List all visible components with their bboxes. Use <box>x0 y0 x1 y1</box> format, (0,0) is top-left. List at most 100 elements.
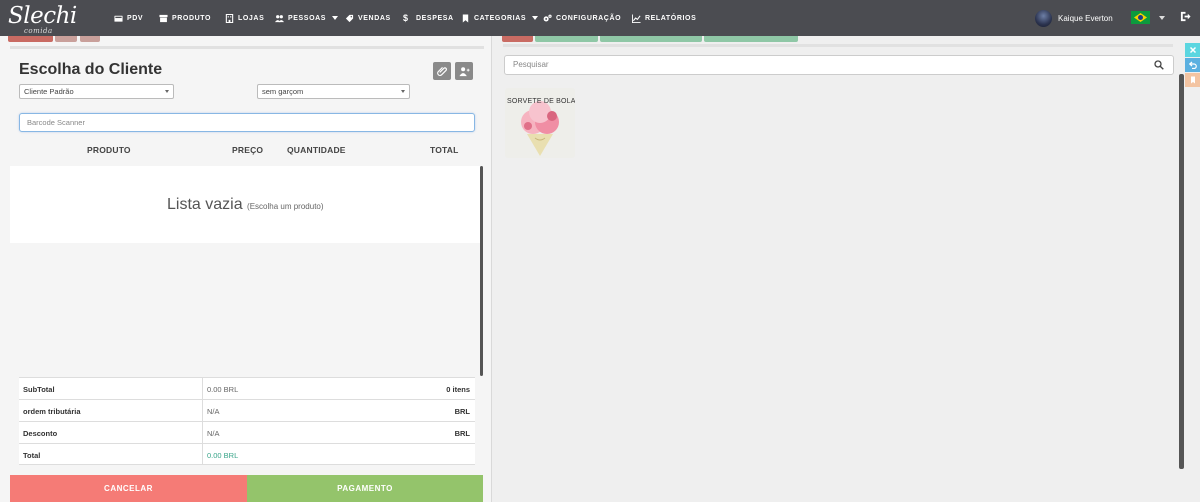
avatar <box>1035 9 1052 27</box>
items-count: 0 itens <box>446 385 470 394</box>
store-icon <box>225 13 234 23</box>
chevron-down-icon <box>532 16 539 20</box>
order-summary: SubTotal 0.00 BRL 0 itens ordem tributár… <box>19 377 475 465</box>
nav-item-vendas[interactable]: VENDAS <box>345 12 391 24</box>
empty-cart-hint: (Escolha um produto) <box>247 202 324 211</box>
summary-label: Total <box>23 451 41 460</box>
bookmark-icon <box>461 13 470 23</box>
nav-label: CATEGORIAS <box>474 14 527 22</box>
column-header-total: TOTAL <box>430 145 459 155</box>
waiter-select-value: sem garçom <box>262 87 304 96</box>
waiter-select[interactable]: sem garçom <box>257 84 410 99</box>
logout-icon[interactable] <box>1180 11 1191 22</box>
nav-label: PRODUTO <box>172 14 212 22</box>
brand-name: Slechi <box>8 3 77 29</box>
close-icon <box>1189 46 1196 54</box>
nav-item-pdv[interactable]: PDV <box>114 12 143 24</box>
chevron-down-icon[interactable] <box>1159 16 1165 20</box>
barcode-input[interactable]: Barcode Scanner <box>19 113 475 132</box>
chevron-down-icon <box>401 90 405 93</box>
chart-icon <box>632 13 641 23</box>
side-tab-undo[interactable] <box>1185 58 1200 72</box>
attach-button[interactable] <box>433 62 451 80</box>
summary-label: ordem tributária <box>23 407 81 416</box>
cart-scrollbar[interactable] <box>480 166 483 376</box>
empty-cart: Lista vazia (Escolha um produto) <box>10 166 482 243</box>
empty-cart-message: Lista vazia <box>167 196 243 213</box>
top-navbar: Slechi comida PDV PRODUTO LOJAS PESSOAS … <box>0 0 1200 36</box>
user-plus-icon <box>458 66 470 76</box>
bookmark-icon <box>1190 76 1195 84</box>
tab-stub[interactable] <box>80 36 100 42</box>
tab-stub[interactable] <box>55 36 77 42</box>
add-customer-button[interactable] <box>455 62 473 80</box>
divider <box>503 44 1173 47</box>
column-header-quantity: QUANTIDADE <box>287 145 346 155</box>
page-title: Escolha do Cliente <box>19 61 163 78</box>
brand-logo[interactable]: Slechi comida <box>8 3 78 35</box>
tab-stub[interactable] <box>502 36 533 42</box>
nav-label: CONFIGURAÇÃO <box>556 14 622 22</box>
total-value: 0.00 BRL <box>207 451 239 460</box>
nav-label: DESPESA <box>416 14 454 22</box>
column-header-price: PREÇO <box>232 145 264 155</box>
customer-select-value: Cliente Padrão <box>24 87 74 96</box>
brand-tagline: comida <box>24 27 53 35</box>
summary-value: N/A <box>207 407 220 416</box>
catalog-scrollbar[interactable] <box>1179 74 1184 469</box>
divider <box>10 46 484 49</box>
nav-item-configuracao[interactable]: CONFIGURAÇÃO <box>543 12 621 24</box>
column-header-product: PRODUTO <box>87 145 131 155</box>
side-tab-bookmark[interactable] <box>1185 73 1200 87</box>
brazil-flag-icon[interactable] <box>1131 11 1150 24</box>
summary-row-subtotal: SubTotal 0.00 BRL 0 itens <box>19 377 475 399</box>
side-tab-close[interactable] <box>1185 43 1200 57</box>
nav-item-categorias[interactable]: CATEGORIAS <box>461 12 539 24</box>
order-panel: Escolha do Cliente Cliente Padrão sem ga… <box>0 36 492 502</box>
cogs-icon <box>543 14 552 23</box>
tab-stub[interactable] <box>600 36 702 42</box>
chevron-down-icon <box>165 90 169 93</box>
nav-label: LOJAS <box>238 14 265 22</box>
nav-label: RELATÓRIOS <box>645 14 697 22</box>
customer-select[interactable]: Cliente Padrão <box>19 84 174 99</box>
summary-row-tax: ordem tributária N/A BRL <box>19 399 475 421</box>
product-name: SORVETE DE BOLA <box>507 98 575 105</box>
product-card[interactable]: SORVETE DE BOLA <box>505 88 575 158</box>
nav-item-lojas[interactable]: LOJAS <box>225 12 264 24</box>
box-icon <box>159 14 168 23</box>
nav-item-relatorios[interactable]: RELATÓRIOS <box>632 12 696 24</box>
summary-row-total: Total 0.00 BRL <box>19 443 475 465</box>
summary-value: 0.00 BRL <box>207 385 239 394</box>
nav-item-produto[interactable]: PRODUTO <box>159 12 211 24</box>
users-icon <box>275 14 284 23</box>
summary-label: SubTotal <box>23 385 55 394</box>
payment-button[interactable]: PAGAMENTO <box>247 475 483 502</box>
user-menu[interactable]: Kaique Everton <box>1035 9 1113 27</box>
tab-stub[interactable] <box>8 36 53 42</box>
catalog-panel: Pesquisar SORVETE DE BOLA <box>495 36 1200 502</box>
nav-item-pessoas[interactable]: PESSOAS <box>275 12 339 24</box>
undo-icon <box>1188 61 1197 69</box>
nav-label: VENDAS <box>358 14 391 22</box>
nav-label: PDV <box>127 14 144 22</box>
summary-row-discount: Desconto N/A BRL <box>19 421 475 443</box>
dollar-icon: $ <box>403 12 409 23</box>
currency-label: BRL <box>454 407 470 416</box>
barcode-placeholder: Barcode Scanner <box>27 118 85 127</box>
user-name: Kaique Everton <box>1058 13 1113 23</box>
tab-stub[interactable] <box>535 36 598 42</box>
cancel-button[interactable]: CANCELAR <box>10 475 247 502</box>
summary-value[interactable]: N/A <box>207 429 220 438</box>
search-icon[interactable] <box>1154 60 1164 70</box>
tab-stub[interactable] <box>704 36 798 42</box>
paperclip-icon <box>436 66 447 76</box>
tag-icon <box>345 14 354 23</box>
nav-label: PESSOAS <box>288 14 327 22</box>
currency-label: BRL <box>454 429 470 438</box>
nav-item-despesa[interactable]: $ DESPESA <box>403 12 454 24</box>
product-search-input[interactable]: Pesquisar <box>504 55 1174 75</box>
cash-register-icon <box>114 14 123 23</box>
chevron-down-icon <box>332 16 339 20</box>
summary-label: Desconto <box>23 429 58 438</box>
